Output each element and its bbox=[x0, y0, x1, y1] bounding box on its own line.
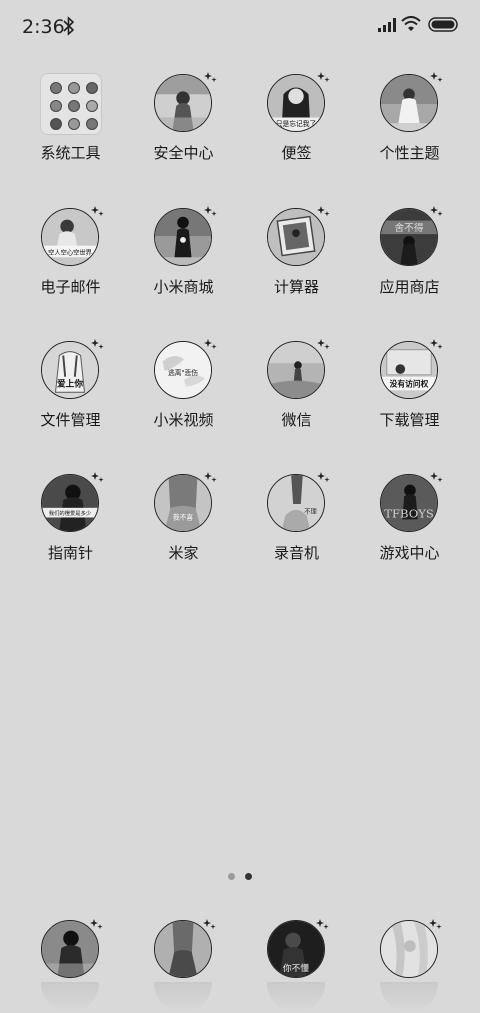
icon-reflection bbox=[380, 982, 438, 1012]
app-themes[interactable]: 个性主题 bbox=[353, 72, 466, 193]
page-dot-active[interactable] bbox=[245, 873, 252, 880]
icon-reflection bbox=[41, 982, 99, 1012]
app-mi-home[interactable]: 我不喜 米家 bbox=[127, 472, 240, 593]
app-game-center[interactable]: TFBOYS 游戏中心 bbox=[353, 472, 466, 593]
folder-icon bbox=[40, 73, 102, 135]
app-calculator[interactable]: 计算器 bbox=[240, 206, 353, 327]
sparkle-icon bbox=[91, 339, 104, 350]
sparkle-icon bbox=[203, 919, 216, 930]
svg-text:我不喜: 我不喜 bbox=[173, 512, 194, 521]
app-download-manager[interactable]: 没有访问权 下载管理 bbox=[353, 339, 466, 460]
app-label: 系统工具 bbox=[40, 144, 101, 162]
app-label: 电子邮件 bbox=[40, 278, 101, 296]
sparkle-icon bbox=[91, 206, 104, 217]
app-label: 小米视频 bbox=[153, 411, 214, 429]
app-label: 安全中心 bbox=[153, 144, 214, 162]
app-app-store[interactable]: 舍不得 应用商店 bbox=[353, 206, 466, 327]
icon-reflection bbox=[154, 982, 212, 1012]
sparkle-icon bbox=[316, 919, 329, 930]
app-recorder[interactable]: 不理 录音机 bbox=[240, 472, 353, 593]
dock-app-3[interactable]: 你不懂 bbox=[266, 918, 329, 1013]
dock-app-2[interactable] bbox=[153, 918, 216, 1013]
sparkle-icon bbox=[317, 206, 330, 217]
icon-reflection bbox=[267, 982, 325, 1012]
app-label: 游戏中心 bbox=[379, 544, 440, 562]
app-security-center[interactable]: 安全中心 bbox=[127, 72, 240, 193]
svg-text:空人空心空世界: 空人空心空世界 bbox=[48, 247, 93, 256]
app-compass[interactable]: 我们的橙爱是多少 指南针 bbox=[14, 472, 127, 593]
app-label: 小米商城 bbox=[153, 278, 214, 296]
battery-icon bbox=[428, 17, 458, 32]
app-system-tools[interactable]: 系统工具 bbox=[14, 73, 127, 193]
app-label: 米家 bbox=[168, 544, 199, 562]
app-mi-store[interactable]: 小米商城 bbox=[127, 206, 240, 327]
sparkle-icon bbox=[317, 72, 330, 83]
app-label: 个性主题 bbox=[379, 144, 440, 162]
status-bar: 2:36 bbox=[0, 0, 480, 52]
svg-text:爱上你: 爱上你 bbox=[57, 377, 83, 389]
sparkle-icon bbox=[429, 919, 442, 930]
app-notes[interactable]: 只是忘记我了 便签 bbox=[240, 72, 353, 193]
sparkle-icon bbox=[204, 72, 217, 83]
sparkle-icon bbox=[430, 339, 443, 350]
app-label: 计算器 bbox=[273, 278, 319, 296]
svg-text:你不懂: 你不懂 bbox=[283, 962, 309, 974]
svg-text:舍不得: 舍不得 bbox=[395, 222, 424, 234]
sparkle-icon bbox=[90, 919, 103, 930]
svg-text:我们的橙爱是多少: 我们的橙爱是多少 bbox=[49, 509, 92, 517]
app-label: 文件管理 bbox=[40, 411, 101, 429]
sparkle-icon bbox=[91, 472, 104, 483]
sparkle-icon bbox=[317, 339, 330, 350]
sparkle-icon bbox=[204, 472, 217, 483]
svg-text:不理: 不理 bbox=[304, 508, 317, 516]
clock: 2:36 bbox=[22, 16, 65, 38]
dock-app-1[interactable] bbox=[40, 918, 103, 1013]
app-label: 微信 bbox=[281, 411, 312, 429]
app-label: 应用商店 bbox=[379, 278, 440, 296]
app-label: 下载管理 bbox=[379, 411, 440, 429]
app-label: 指南针 bbox=[47, 544, 93, 562]
app-label: 录音机 bbox=[273, 544, 319, 562]
wifi-icon bbox=[401, 16, 421, 31]
sparkle-icon bbox=[430, 206, 443, 217]
sparkle-icon bbox=[430, 72, 443, 83]
sparkle-icon bbox=[204, 206, 217, 217]
sparkle-icon bbox=[204, 339, 217, 350]
svg-text:只是忘记我了: 只是忘记我了 bbox=[276, 119, 317, 128]
sparkle-icon bbox=[430, 472, 443, 483]
bluetooth-icon bbox=[63, 16, 75, 36]
page-indicator bbox=[226, 873, 256, 881]
svg-text:逃离"悲伤: 逃离"悲伤 bbox=[168, 368, 198, 377]
svg-text:TFBOYS: TFBOYS bbox=[384, 506, 434, 520]
app-email[interactable]: 空人空心空世界 电子邮件 bbox=[14, 206, 127, 327]
signal-icon bbox=[378, 18, 396, 32]
app-wechat[interactable]: 微信 bbox=[240, 339, 353, 460]
app-file-manager[interactable]: 爱上你 文件管理 bbox=[14, 339, 127, 460]
svg-text:没有访问权: 没有访问权 bbox=[390, 378, 429, 388]
sparkle-icon bbox=[317, 472, 330, 483]
app-label: 便签 bbox=[281, 144, 312, 162]
page-dot[interactable] bbox=[228, 873, 235, 880]
app-mi-video[interactable]: 逃离"悲伤 小米视频 bbox=[127, 339, 240, 460]
dock-app-4[interactable] bbox=[379, 918, 442, 1013]
